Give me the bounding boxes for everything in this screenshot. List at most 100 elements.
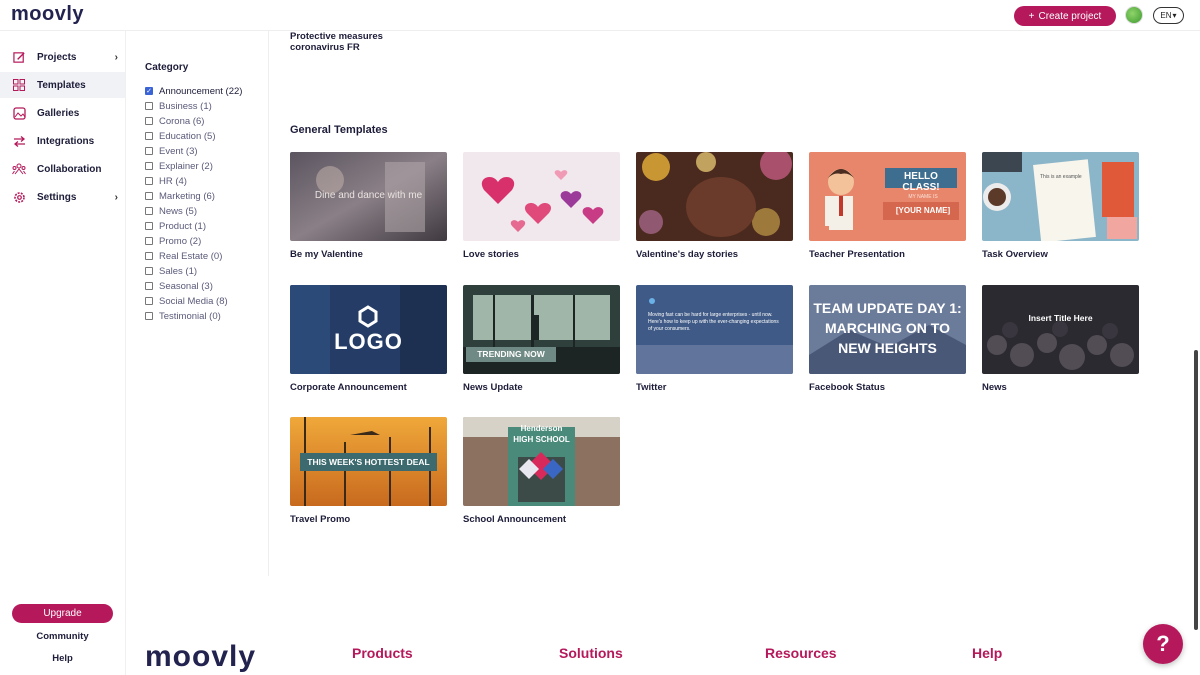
category-checkbox[interactable]: [145, 267, 153, 275]
category-filter-item[interactable]: Business (1): [145, 100, 212, 112]
template-thumbnail[interactable]: This is an example: [982, 152, 1139, 241]
category-filter-item[interactable]: News (5): [145, 205, 197, 217]
category-checkbox[interactable]: [145, 117, 153, 125]
category-filter-item[interactable]: Testimonial (0): [145, 310, 221, 322]
category-filter-item[interactable]: Explainer (2): [145, 160, 213, 172]
template-card[interactable]: Moving fast can be hard for large enterp…: [636, 285, 793, 393]
category-checkbox[interactable]: [145, 132, 153, 140]
sidebar-item-integrations[interactable]: Integrations: [0, 128, 125, 154]
thumbnail-overlay-name: NEW HEIGHTS: [838, 340, 937, 356]
template-card[interactable]: Henderson HIGH SCHOOL School Announcemen…: [463, 417, 620, 525]
category-filter-item[interactable]: HR (4): [145, 175, 187, 187]
category-checkbox[interactable]: [145, 252, 153, 260]
template-card[interactable]: Insert Title Here News: [982, 285, 1139, 393]
category-filter-item[interactable]: ✓ Announcement (22): [145, 85, 242, 97]
thumbnail-overlay-text: Henderson: [520, 424, 563, 433]
template-thumbnail[interactable]: Henderson HIGH SCHOOL: [463, 417, 620, 506]
category-panel: Category ✓ Announcement (22) Business (1) C…: [126, 31, 269, 576]
top-bar: moovly + Create project EN ▾: [0, 0, 1200, 31]
help-link[interactable]: Help: [0, 653, 125, 664]
category-checkbox[interactable]: [145, 177, 153, 185]
sidebar-item-label: Integrations: [37, 135, 95, 147]
category-checkbox[interactable]: [145, 312, 153, 320]
thumbnail-overlay-text: TRENDING NOW: [477, 349, 545, 359]
avatar[interactable]: [1125, 6, 1143, 24]
category-filter-item[interactable]: Real Estate (0): [145, 250, 222, 262]
template-thumbnail[interactable]: TRENDING NOW: [463, 285, 620, 374]
sidebar-item-galleries[interactable]: Galleries: [0, 100, 125, 126]
category-checkbox[interactable]: [145, 207, 153, 215]
template-title: News: [982, 382, 1007, 393]
template-thumbnail[interactable]: [463, 152, 620, 241]
sidebar-item-templates[interactable]: Templates: [0, 72, 125, 98]
category-filter-item[interactable]: Event (3): [145, 145, 198, 157]
template-thumbnail[interactable]: Dine and dance with me: [290, 152, 447, 241]
sidebar-item-label: Projects: [37, 51, 77, 63]
category-filter-item[interactable]: Marketing (6): [145, 190, 215, 202]
thumbnail-overlay-text: Insert Title Here: [1028, 313, 1093, 323]
category-filter-item[interactable]: Sales (1): [145, 265, 197, 277]
template-title: Teacher Presentation: [809, 249, 905, 260]
grid-icon: [12, 78, 26, 92]
language-selector[interactable]: EN ▾: [1153, 7, 1184, 24]
template-thumbnail[interactable]: TEAM UPDATE DAY 1: MARCHING ON TO NEW HE…: [809, 285, 966, 374]
template-thumbnail[interactable]: Moving fast can be hard for large enterp…: [636, 285, 793, 374]
category-filter-item[interactable]: Product (1): [145, 220, 206, 232]
template-card[interactable]: TRENDING NOW News Update: [463, 285, 620, 393]
scrollbar[interactable]: [1194, 350, 1198, 630]
template-card[interactable]: Love stories: [463, 152, 620, 260]
footer-link-resources[interactable]: Resources: [765, 645, 837, 661]
category-filter-item[interactable]: Education (5): [145, 130, 216, 142]
sidebar-item-label: Templates: [37, 79, 86, 91]
sidebar-item-settings[interactable]: Settings ›: [0, 184, 125, 210]
template-card[interactable]: Dine and dance with me Be my Valentine: [290, 152, 447, 260]
previous-template-title[interactable]: Protective measures coronavirus FR: [290, 31, 430, 53]
category-checkbox[interactable]: [145, 147, 153, 155]
create-project-button[interactable]: + Create project: [1014, 6, 1116, 26]
template-card[interactable]: HELLO CLASS! MY NAME IS [YOUR NAME] Teac…: [809, 152, 966, 260]
sidebar-item-label: Collaboration: [37, 163, 102, 175]
template-card[interactable]: THIS WEEK'S HOTTEST DEAL Travel Promo: [290, 417, 447, 525]
category-checkbox[interactable]: [145, 282, 153, 290]
category-checkbox[interactable]: [145, 162, 153, 170]
template-card[interactable]: TEAM UPDATE DAY 1: MARCHING ON TO NEW HE…: [809, 285, 966, 393]
people-icon: [12, 162, 26, 176]
chevron-right-icon: ›: [114, 51, 118, 63]
footer-link-help[interactable]: Help: [972, 645, 1002, 661]
footer-link-solutions[interactable]: Solutions: [559, 645, 623, 661]
template-thumbnail[interactable]: [636, 152, 793, 241]
category-filter-item[interactable]: Promo (2): [145, 235, 201, 247]
sidebar-item-projects[interactable]: Projects ›: [0, 44, 125, 70]
thumbnail-overlay-subtext: MARCHING ON TO: [825, 320, 950, 336]
template-card[interactable]: LOGO Corporate Announcement: [290, 285, 447, 393]
category-checkbox[interactable]: [145, 297, 153, 305]
category-filter-item[interactable]: Social Media (8): [145, 295, 228, 307]
category-checkbox[interactable]: [145, 237, 153, 245]
template-thumbnail[interactable]: LOGO: [290, 285, 447, 374]
category-checkbox[interactable]: [145, 222, 153, 230]
template-card[interactable]: This is an example Task Overview: [982, 152, 1139, 260]
template-title: Facebook Status: [809, 382, 886, 393]
help-button[interactable]: ?: [1143, 624, 1183, 664]
sidebar-item-collaboration[interactable]: Collaboration: [0, 156, 125, 182]
category-filter-item[interactable]: Corona (6): [145, 115, 204, 127]
category-checkbox[interactable]: ✓: [145, 87, 153, 95]
community-link[interactable]: Community: [0, 631, 125, 642]
template-thumbnail[interactable]: Insert Title Here: [982, 285, 1139, 374]
footer-logo[interactable]: moovly: [145, 640, 256, 674]
template-thumbnail[interactable]: THIS WEEK'S HOTTEST DEAL: [290, 417, 447, 506]
sidebar-item-label: Settings: [37, 191, 77, 203]
category-label: Explainer (2): [159, 160, 213, 172]
template-title: Valentine's day stories: [636, 249, 739, 260]
category-checkbox[interactable]: [145, 192, 153, 200]
template-thumbnail[interactable]: HELLO CLASS! MY NAME IS [YOUR NAME]: [809, 152, 966, 241]
category-label: Social Media (8): [159, 295, 228, 307]
category-checkbox[interactable]: [145, 102, 153, 110]
moovly-logo[interactable]: moovly: [11, 3, 84, 26]
thumbnail-overlay-subtext: HIGH SCHOOL: [513, 435, 570, 444]
template-card[interactable]: Valentine's day stories: [636, 152, 793, 260]
upgrade-button[interactable]: Upgrade: [12, 604, 113, 623]
category-filter-item[interactable]: Seasonal (3): [145, 280, 213, 292]
sidebar-item-label: Galleries: [37, 107, 80, 119]
footer-link-products[interactable]: Products: [352, 645, 413, 661]
